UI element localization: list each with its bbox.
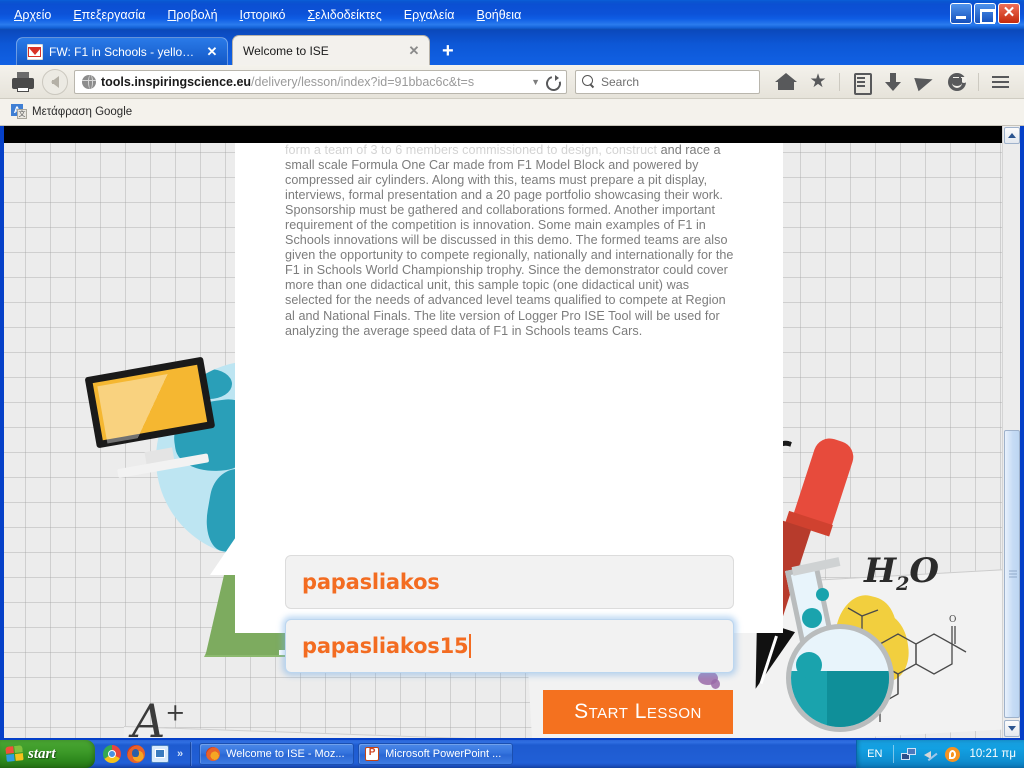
window-controls: ✕ (950, 3, 1020, 24)
send-icon[interactable] (912, 69, 938, 95)
scrollbar-grip-icon (1009, 570, 1017, 578)
url-path: /delivery/lesson/index?id=91bbac6c&t=s (251, 74, 475, 89)
task-button-powerpoint[interactable]: Microsoft PowerPoint ... (358, 743, 514, 765)
back-button[interactable] (42, 68, 68, 95)
page-viewport: A+ O H2O form a team of 3 to 6 members c… (4, 126, 1012, 738)
firefox-icon[interactable] (127, 745, 145, 763)
bookmark-label: Μετάφραση Google (32, 106, 133, 118)
text-cursor (469, 634, 472, 658)
lesson-description-clipped-line: form a team of 3 to 6 members commission… (285, 143, 658, 157)
title-bar: Αρχείο Επεξεργασία Προβολή Ιστορικό Σελι… (0, 0, 1024, 30)
maximize-button[interactable] (974, 3, 996, 24)
update-icon[interactable] (945, 746, 961, 762)
window-border-left (0, 126, 4, 738)
bookmarks-bar: A文 Μετάφραση Google (0, 99, 1024, 126)
globe-icon (82, 74, 96, 89)
chevron-down-icon (1008, 726, 1016, 731)
tab-close-icon[interactable]: ✕ (407, 44, 421, 58)
password-input[interactable]: papasliakos15 (285, 619, 734, 673)
password-value: papasliakos15 (302, 634, 469, 658)
menu-item-help[interactable]: Βοήθεια (477, 0, 522, 30)
task-buttons: Welcome to ISE - Moz... Microsoft PowerP… (191, 743, 856, 765)
username-value: papasliakos (302, 570, 440, 594)
task-label: Welcome to ISE - Moz... (226, 748, 345, 760)
task-label: Microsoft PowerPoint ... (385, 748, 502, 760)
chevron-down-icon[interactable]: ▼ (526, 77, 545, 87)
start-lesson-label: Start Lesson (574, 700, 702, 723)
tab-title: Welcome to ISE (243, 43, 329, 58)
page-top-black-band (4, 126, 1012, 143)
tab-title: FW: F1 in Schools - yellow.wa... (49, 44, 201, 59)
menu-item-file[interactable]: Αρχείο (14, 0, 51, 30)
scroll-up-button[interactable] (1004, 127, 1020, 144)
smiley-icon[interactable] (944, 69, 970, 95)
browser-window: Αρχείο Επεξεργασία Προβολή Ιστορικό Σελι… (0, 0, 1024, 768)
close-icon: ✕ (1002, 4, 1016, 21)
tray-divider (893, 745, 895, 763)
google-translate-icon: A文 (11, 104, 27, 120)
back-icon (51, 75, 59, 88)
volume-muted-icon[interactable] (923, 747, 938, 762)
print-icon[interactable] (12, 71, 34, 92)
toolbar-divider (839, 72, 840, 91)
scroll-down-button[interactable] (1004, 720, 1020, 737)
star-icon[interactable]: ★ (805, 69, 831, 95)
menu-item-bookmarks[interactable]: Σελιδοδείκτες (307, 0, 381, 30)
scrollbar-thumb[interactable] (1004, 430, 1020, 718)
firefox-icon (206, 747, 221, 761)
reload-icon[interactable] (545, 74, 559, 89)
show-desktop-icon[interactable] (151, 745, 169, 763)
tab-gmail[interactable]: FW: F1 in Schools - yellow.wa... ✕ (16, 37, 228, 65)
search-input[interactable]: Search (575, 69, 760, 94)
lesson-description: form a team of 3 to 6 members commission… (285, 143, 734, 339)
quick-launch-bar: » (95, 742, 192, 766)
menu-bar: Αρχείο Επεξεργασία Προβολή Ιστορικό Σελι… (8, 0, 521, 30)
tab-strip: FW: F1 in Schools - yellow.wa... ✕ Welco… (0, 30, 1024, 65)
powerpoint-icon (365, 747, 380, 761)
start-lesson-button[interactable]: Start Lesson (543, 690, 733, 734)
language-indicator[interactable]: EN (867, 748, 886, 760)
lesson-description-body: and race a small scale Formula One Car m… (285, 143, 734, 338)
chevron-up-icon (1008, 133, 1016, 138)
menu-item-edit[interactable]: Επεξεργασία (73, 0, 145, 30)
home-icon[interactable] (773, 69, 799, 95)
clipboard-icon[interactable] (848, 69, 874, 95)
page-scrollbar[interactable] (1002, 126, 1020, 738)
start-button[interactable]: start (0, 740, 95, 768)
menu-item-history[interactable]: Ιστορικό (240, 0, 286, 30)
bookmark-google-translate[interactable]: A文 Μετάφραση Google (6, 104, 137, 120)
menu-item-tools[interactable]: Εργαλεία (404, 0, 455, 30)
hamburger-menu-icon[interactable] (987, 69, 1013, 95)
url-domain: tools.inspiringscience.eu (101, 74, 252, 89)
network-icon[interactable] (901, 747, 917, 762)
quick-launch-overflow-icon[interactable]: » (175, 748, 183, 760)
system-tray: EN 10:21 πμ (856, 740, 1024, 768)
tab-welcome-to-ise[interactable]: Welcome to ISE ✕ (232, 35, 430, 65)
search-placeholder: Search (601, 74, 640, 89)
gmail-icon (27, 43, 43, 60)
windows-flag-icon (5, 745, 24, 763)
search-icon (582, 75, 595, 88)
tab-close-icon[interactable]: ✕ (205, 45, 219, 59)
window-border-right (1020, 126, 1024, 738)
start-label: start (28, 745, 56, 762)
url-bar[interactable]: tools.inspiringscience.eu/delivery/lesso… (74, 69, 567, 94)
taskbar: start » Welcome to ISE - Moz... Microsof… (0, 740, 1024, 768)
minimize-button[interactable] (950, 3, 972, 24)
lesson-card: form a team of 3 to 6 members commission… (235, 143, 783, 734)
chrome-icon[interactable] (103, 745, 121, 763)
menu-item-view[interactable]: Προβολή (167, 0, 217, 30)
clock[interactable]: 10:21 πμ (967, 748, 1016, 760)
download-icon[interactable] (880, 69, 906, 95)
close-button[interactable]: ✕ (998, 3, 1020, 24)
task-button-firefox[interactable]: Welcome to ISE - Moz... (199, 743, 355, 765)
url-text: tools.inspiringscience.eu/delivery/lesso… (101, 75, 526, 89)
navigation-toolbar: tools.inspiringscience.eu/delivery/lesso… (0, 65, 1024, 99)
new-tab-button[interactable]: + (442, 41, 454, 61)
username-input[interactable]: papasliakos (285, 555, 734, 609)
toolbar-divider (978, 72, 979, 91)
